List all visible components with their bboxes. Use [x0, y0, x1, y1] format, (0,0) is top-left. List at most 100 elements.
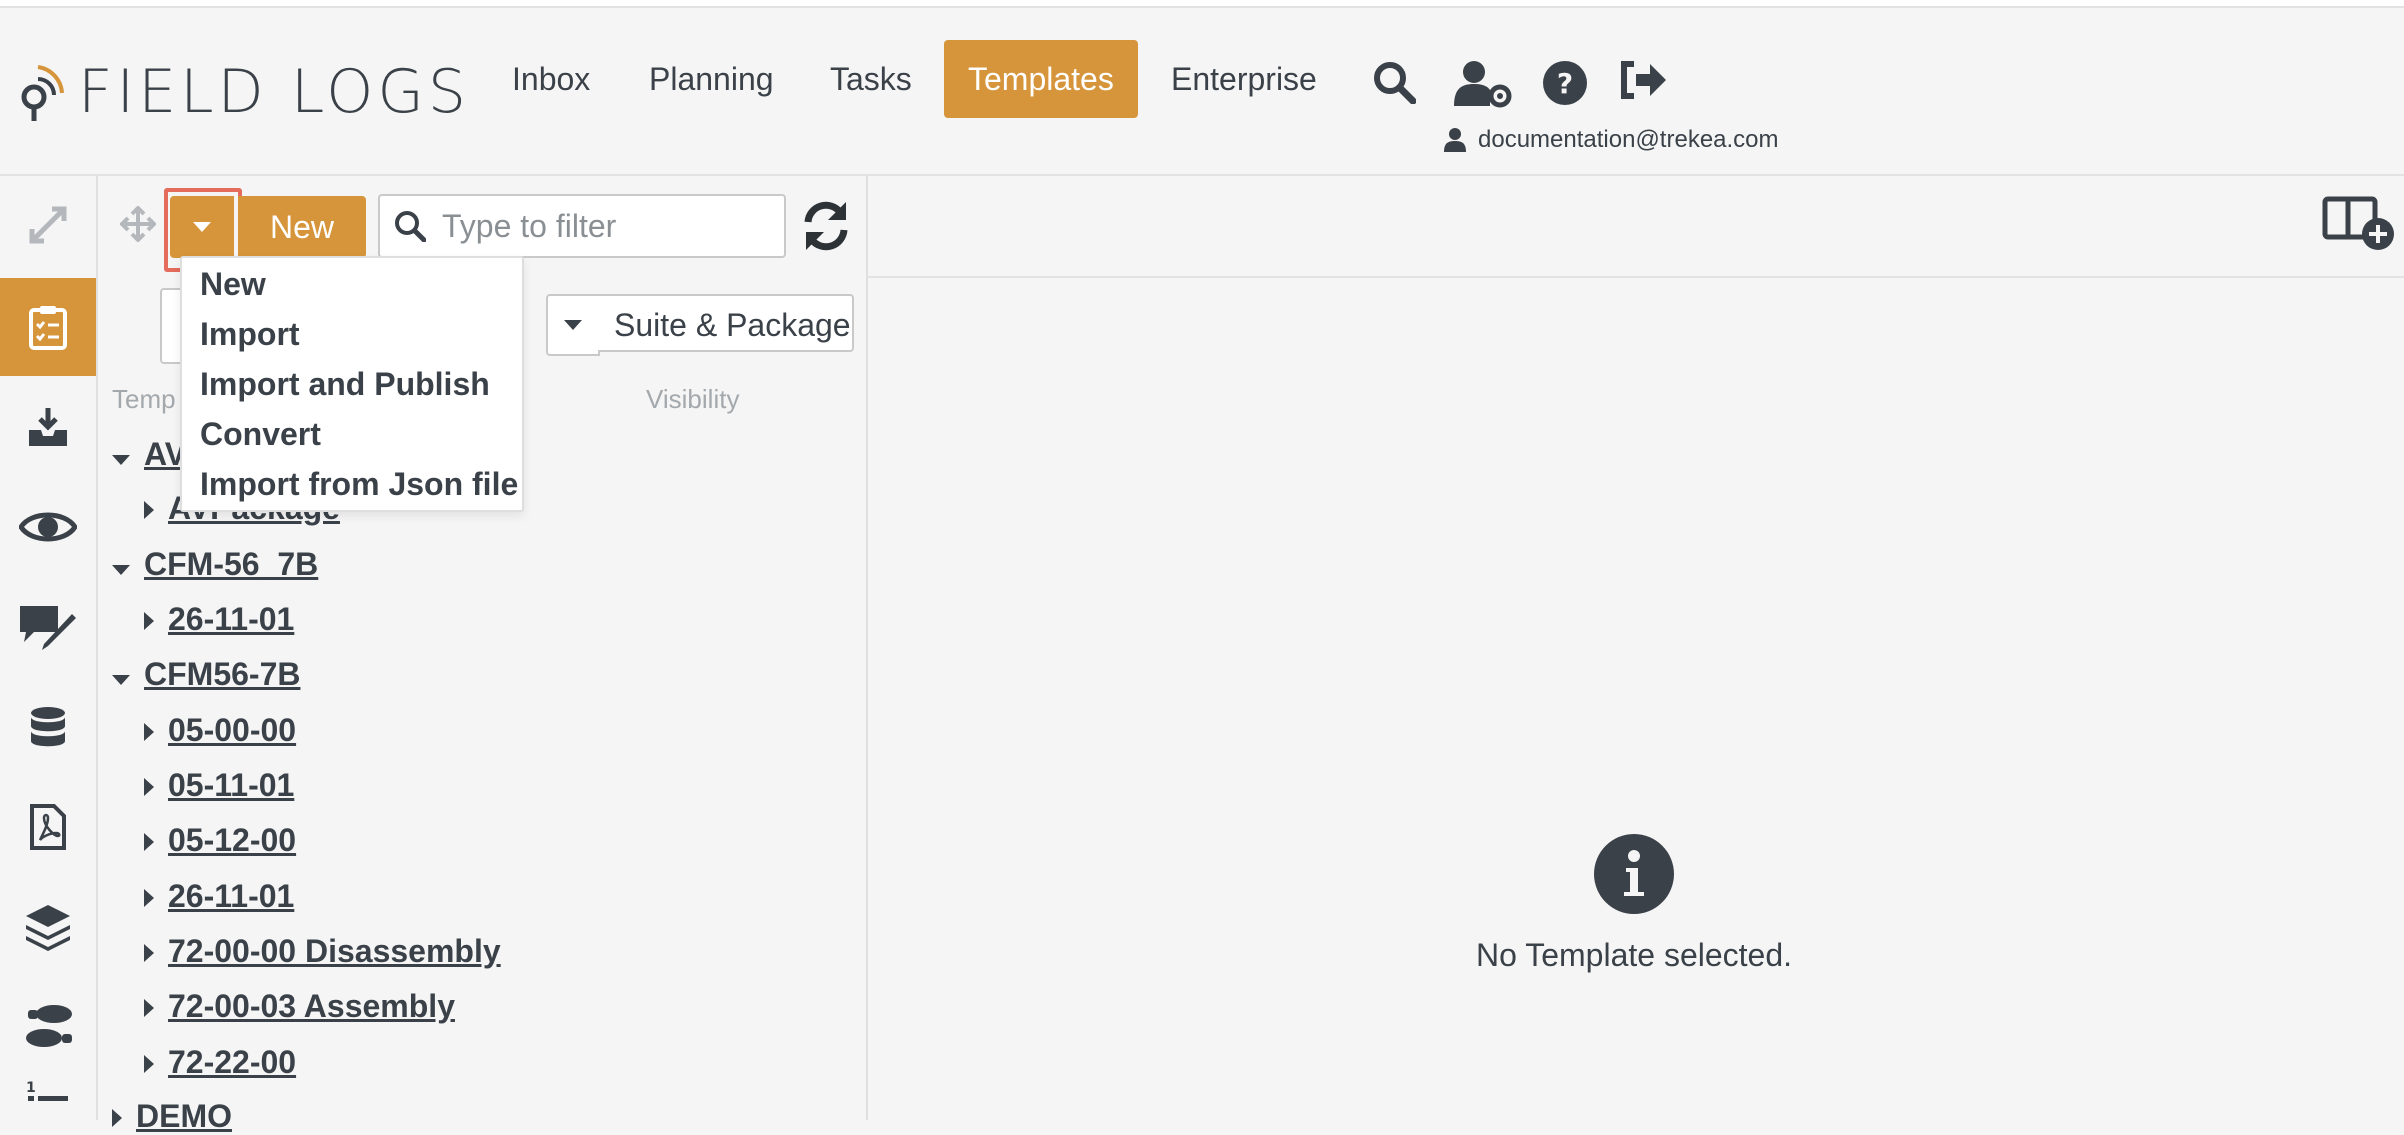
caret-down-icon	[564, 320, 582, 330]
user-email: documentation@trekea.com	[1478, 126, 1779, 153]
search-icon[interactable]	[1372, 60, 1417, 109]
footprints-icon	[26, 1005, 72, 1047]
user-icon	[1444, 128, 1466, 152]
caret-right-icon[interactable]	[144, 601, 154, 638]
menu-item-convert[interactable]: Convert	[200, 416, 321, 453]
search-icon	[395, 211, 426, 242]
tree-group-av[interactable]: AV	[112, 436, 186, 473]
suite-select-toggle[interactable]	[546, 294, 600, 356]
caret-right-icon[interactable]	[144, 1044, 154, 1081]
move-icon[interactable]	[119, 205, 157, 247]
rail-comments[interactable]	[0, 578, 96, 676]
caret-right-icon[interactable]	[144, 988, 154, 1025]
expand-icon	[29, 206, 67, 244]
list-icon: 1	[26, 1080, 68, 1101]
tree-item[interactable]: 72-22-00	[144, 1044, 296, 1081]
rail-list[interactable]: 1	[0, 1076, 96, 1120]
tree-item[interactable]: 26-11-01	[144, 878, 294, 915]
refresh-icon[interactable]	[800, 200, 852, 257]
tree-item-label: 26-11-01	[168, 601, 295, 637]
tree-group-demo[interactable]: DEMO	[112, 1098, 232, 1135]
menu-item-new[interactable]: New	[200, 266, 266, 303]
svg-text:1: 1	[26, 1080, 36, 1096]
eye-icon	[19, 512, 77, 542]
nav-enterprise[interactable]: Enterprise	[1147, 40, 1341, 118]
tree-item[interactable]: 05-11-01	[144, 767, 294, 804]
caret-right-icon[interactable]	[144, 490, 154, 527]
database-icon	[31, 707, 65, 747]
caret-right-icon[interactable]	[144, 878, 154, 915]
suite-select-value[interactable]: Suite & Package	[598, 294, 854, 352]
info-icon	[1594, 834, 1674, 914]
rail-database[interactable]	[0, 678, 96, 776]
tree-item[interactable]: 05-12-00	[144, 822, 296, 859]
tree-item[interactable]: 72-00-00 Disassembly	[144, 933, 501, 970]
rail-view[interactable]	[0, 478, 96, 576]
top-edge	[0, 0, 2404, 8]
expand-button[interactable]	[0, 176, 96, 274]
layers-icon	[26, 905, 70, 951]
logout-icon[interactable]	[1620, 60, 1668, 105]
pdf-file-icon	[30, 804, 66, 850]
rail-pdf[interactable]	[0, 778, 96, 876]
tree-group-label: DEMO	[136, 1098, 232, 1134]
menu-item-import-json[interactable]: Import from Json file	[200, 466, 518, 503]
tree-item-label: 05-11-01	[168, 767, 295, 803]
caret-down-icon	[193, 222, 211, 232]
caret-down-icon[interactable]	[112, 656, 130, 693]
rail-steps[interactable]	[0, 978, 96, 1076]
help-icon[interactable]: ?	[1542, 60, 1588, 111]
caret-right-icon[interactable]	[144, 712, 154, 749]
rail-templates[interactable]	[0, 278, 96, 376]
signal-pin-icon	[18, 57, 64, 128]
filter-box[interactable]	[378, 194, 786, 258]
nav-tasks[interactable]: Tasks	[806, 40, 936, 118]
rail-inbox[interactable]	[0, 378, 96, 476]
column-visibility[interactable]: Visibility	[646, 384, 739, 415]
caret-right-icon[interactable]	[144, 933, 154, 970]
tree-group-label: CFM56-7B	[144, 656, 301, 692]
caret-right-icon[interactable]	[144, 767, 154, 804]
new-button[interactable]: New	[238, 196, 366, 258]
logo[interactable]: FIELD LOGS	[18, 52, 470, 132]
column-template[interactable]: Temp	[112, 384, 176, 415]
filter-input[interactable]	[440, 206, 764, 246]
tree-item-label: 05-12-00	[168, 822, 297, 858]
caret-down-icon[interactable]	[112, 436, 130, 473]
user-info[interactable]: documentation@trekea.com	[1444, 126, 1779, 154]
icon-rail: 1	[0, 176, 98, 1120]
tree-item[interactable]: 05-00-00	[144, 712, 296, 749]
new-dropdown-toggle[interactable]	[170, 196, 234, 258]
inbox-download-icon	[29, 408, 67, 446]
app-header: FIELD LOGS Inbox Planning Tasks Template…	[0, 8, 2404, 176]
pane-divider[interactable]	[866, 176, 868, 1120]
nav-inbox[interactable]: Inbox	[488, 40, 614, 118]
tree-item-label: 05-00-00	[168, 712, 297, 748]
tree-item-label: 72-22-00	[168, 1044, 297, 1080]
tree-item-label: 72-00-03 Assembly	[168, 988, 455, 1024]
tree-group-cfm56-7b[interactable]: CFM56-7B	[112, 656, 300, 693]
tree-item[interactable]: 26-11-01	[144, 601, 294, 638]
user-settings-icon[interactable]	[1454, 60, 1512, 113]
detail-toolbar	[868, 176, 2404, 278]
nav-templates[interactable]: Templates	[944, 40, 1138, 118]
tree-group-cfm-56-7b[interactable]: CFM-56_7B	[112, 546, 318, 583]
add-panel-icon[interactable]	[2322, 196, 2398, 259]
nav-planning[interactable]: Planning	[625, 40, 798, 118]
new-dropdown-menu: New Import Import and Publish Convert Im…	[180, 256, 524, 512]
menu-item-import[interactable]: Import	[200, 316, 300, 353]
logo-text: FIELD LOGS	[78, 57, 470, 127]
clipboard-checklist-icon	[29, 306, 67, 350]
caret-right-icon[interactable]	[112, 1098, 122, 1135]
menu-item-import-and-publish[interactable]: Import and Publish	[200, 366, 490, 403]
empty-message: No Template selected.	[1475, 937, 1793, 973]
tree-item-label: 26-11-01	[168, 878, 295, 914]
caret-down-icon[interactable]	[112, 546, 130, 583]
empty-state: No Template selected.	[1394, 834, 1874, 974]
svg-text:?: ?	[1557, 67, 1573, 100]
rail-layers[interactable]	[0, 878, 96, 976]
caret-right-icon[interactable]	[144, 822, 154, 859]
comment-edit-icon	[20, 606, 76, 650]
tree-item[interactable]: 72-00-03 Assembly	[144, 988, 455, 1025]
tree-group-label: CFM-56_7B	[144, 546, 319, 582]
